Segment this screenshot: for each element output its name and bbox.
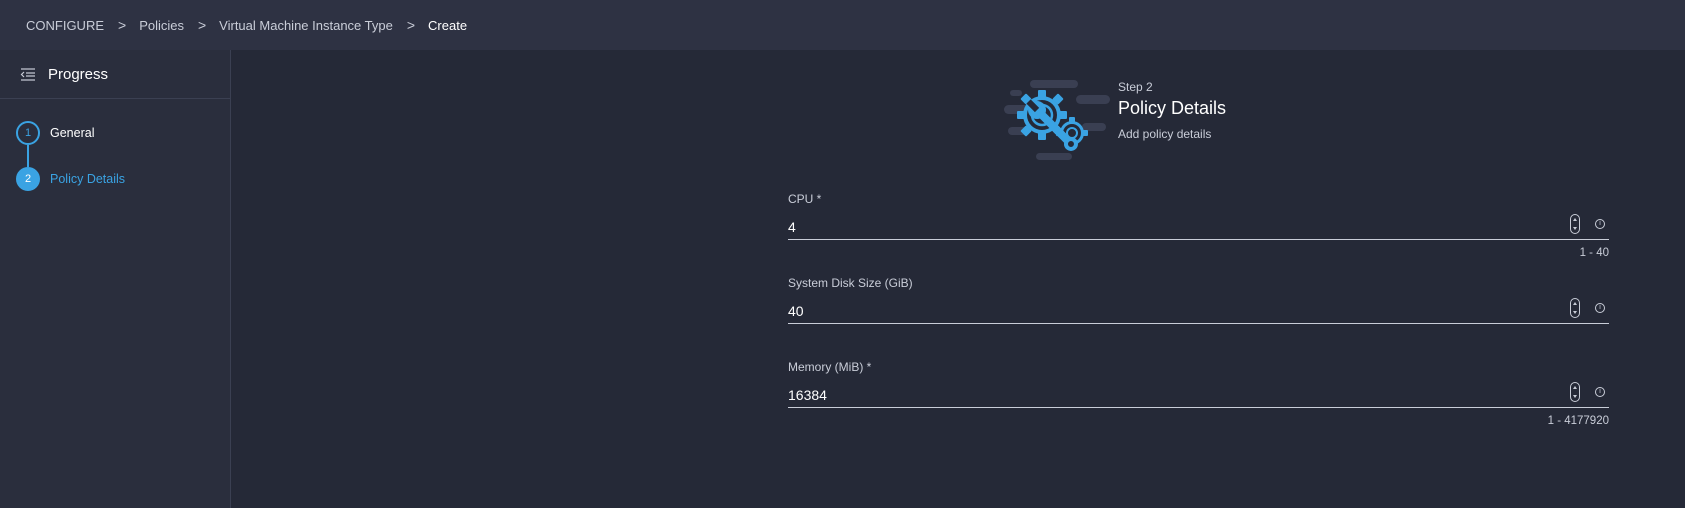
system-disk-size-input[interactable]: [788, 298, 1548, 323]
chevron-right-icon: >: [406, 17, 416, 33]
step-title: Policy Details: [1118, 98, 1227, 118]
cpu-field: CPU * i 1 - 40: [788, 192, 1609, 259]
step-label: General: [50, 126, 95, 140]
info-icon[interactable]: i: [1595, 303, 1605, 313]
chevron-right-icon: >: [197, 17, 207, 33]
info-icon[interactable]: i: [1595, 219, 1605, 229]
memory-input[interactable]: [788, 382, 1548, 407]
input-row: i: [788, 382, 1609, 408]
step-number: Step 2: [1118, 80, 1153, 94]
number-stepper[interactable]: [1570, 298, 1580, 318]
cpu-input[interactable]: [788, 214, 1548, 239]
caret-up-icon[interactable]: [1573, 386, 1577, 389]
caret-up-icon[interactable]: [1573, 218, 1577, 221]
step-number-badge: 1: [16, 121, 40, 145]
step-number-badge: 2: [16, 167, 40, 191]
step-header: Step 2 Policy Details Add policy details: [1118, 80, 1226, 141]
system-disk-size-field: System Disk Size (GiB) i: [788, 276, 1609, 324]
range-hint: 1 - 40: [1579, 247, 1609, 259]
input-row: i: [788, 214, 1609, 240]
progress-title: Progress: [48, 65, 109, 83]
breadcrumb: CONFIGURE > Policies > Virtual Machine I…: [0, 0, 1685, 50]
breadcrumb-vm-instance-type[interactable]: Virtual Machine Instance Type: [219, 18, 393, 33]
step-subtitle: Add policy details: [1118, 127, 1212, 141]
caret-up-icon[interactable]: [1573, 302, 1577, 305]
breadcrumb-configure[interactable]: CONFIGURE: [26, 18, 104, 33]
caret-down-icon[interactable]: [1573, 227, 1577, 230]
field-label: System Disk Size (GiB): [788, 276, 913, 290]
progress-sidebar: Progress 1 General 2 Policy Details: [0, 50, 231, 508]
number-stepper[interactable]: [1570, 214, 1580, 234]
memory-field: Memory (MiB) * i 1 - 4177920: [788, 360, 1609, 427]
chevron-right-icon: >: [118, 17, 127, 33]
gear-wrench-icon: [1004, 80, 1110, 160]
step-list: 1 General 2 Policy Details: [0, 99, 230, 191]
breadcrumb-create: Create: [428, 17, 468, 33]
caret-down-icon[interactable]: [1573, 395, 1577, 398]
step-connector: [27, 145, 29, 167]
step-general[interactable]: 1 General: [16, 121, 230, 145]
number-stepper[interactable]: [1570, 382, 1580, 402]
breadcrumb-policies[interactable]: Policies: [139, 18, 184, 33]
step-policy-details[interactable]: 2 Policy Details: [16, 167, 230, 191]
caret-down-icon[interactable]: [1573, 311, 1577, 314]
progress-header: Progress: [0, 50, 230, 99]
input-row: i: [788, 298, 1609, 324]
field-label: CPU *: [788, 192, 822, 206]
main-content: Step 2 Policy Details Add policy details…: [232, 50, 1685, 508]
range-hint: 1 - 4177920: [1547, 415, 1609, 427]
field-label: Memory (MiB) *: [788, 360, 872, 374]
step-label: Policy Details: [50, 172, 126, 186]
collapse-menu-icon[interactable]: [20, 67, 36, 81]
info-icon[interactable]: i: [1595, 387, 1605, 397]
